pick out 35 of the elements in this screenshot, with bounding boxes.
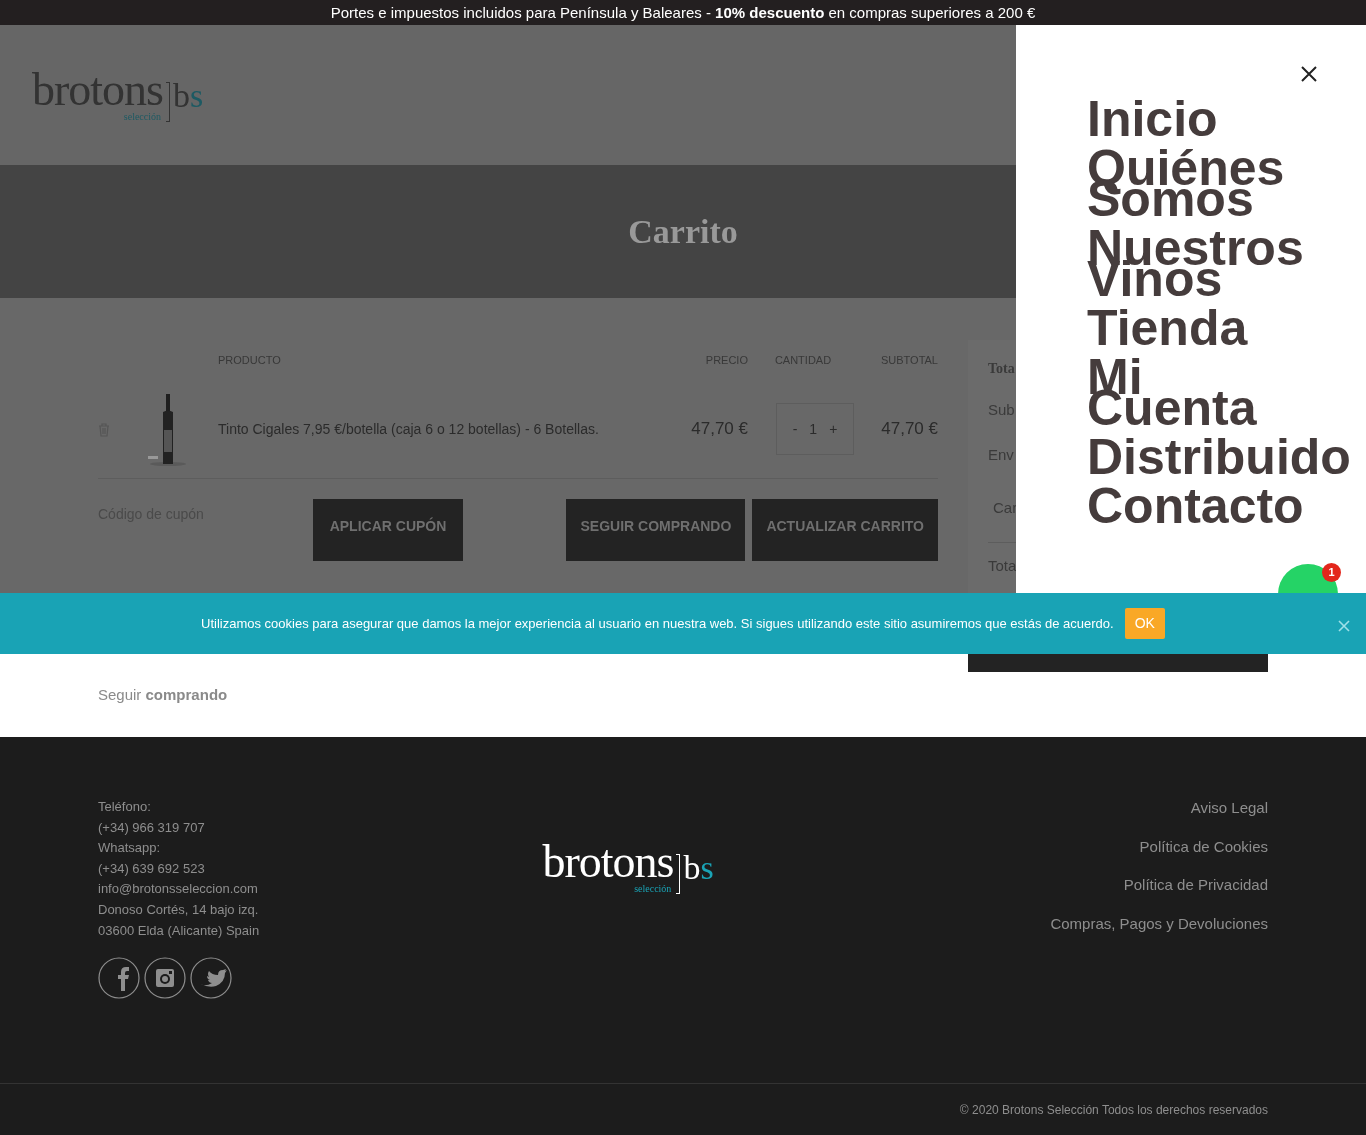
contact-text: info@brotonsseleccion.com <box>98 881 258 897</box>
menu-item[interactable]: Quiénes Somos <box>1087 149 1285 215</box>
contact-text: Donoso Cortés, 14 bajo izq. <box>98 901 259 917</box>
cookie-message: Utilizamos cookies para asegurar que damos la mejor experiencia al usuario en nuestra web. Si sigues utilizando este sitio asumiremos que estás de acuerdo. <box>201 614 1114 633</box>
contact-text: (+34) 966 319 707 <box>98 819 205 835</box>
footer-link[interactable]: Política de Cookies <box>1139 835 1268 858</box>
price-text: 47,70 € <box>691 419 748 439</box>
close-icon[interactable] <box>1301 65 1317 82</box>
quantity-value: 1 <box>808 419 819 439</box>
contact-text: (+34) 639 692 523 <box>98 860 205 876</box>
menu-item[interactable]: Nuestros Vinos <box>1087 229 1304 295</box>
page-title: Carrito <box>628 212 738 252</box>
instagram-icon[interactable] <box>144 957 186 1000</box>
footer-link[interactable]: Aviso Legal <box>1190 797 1268 820</box>
announcement-bar: Portes e impuestos incluidos para Península y Baleares - 10% descuento en compras superiores a 200 € <box>0 0 1366 25</box>
contact-text: 03600 Elda (Alicante) Spain <box>98 922 260 938</box>
update-cart-button[interactable]: ACTUALIZAR CARRITO <box>752 499 938 561</box>
menu-item[interactable]: Tienda <box>1087 309 1248 344</box>
menu-item[interactable]: Mi Cuenta <box>1087 358 1257 424</box>
menu-item[interactable]: Inicio <box>1087 100 1218 135</box>
copyright-text: © 2020 Brotons Selección Todos los derechos reservados <box>959 1102 1268 1119</box>
logo: brotons selección bs <box>542 839 714 896</box>
contact-text: Whatsapp: <box>98 840 161 856</box>
menu-item[interactable]: Distribuido <box>1087 438 1351 473</box>
menu-item[interactable]: Contacto <box>1087 487 1304 522</box>
continue-shopping-link[interactable]: Seguir comprando <box>98 684 228 707</box>
facebook-icon[interactable] <box>98 957 140 1000</box>
continue-shopping-button[interactable]: SEGUIR COMPRANDO <box>566 499 746 561</box>
contact-text: Teléfono: <box>98 799 151 814</box>
subtotal-text: 47,70 € <box>881 419 938 439</box>
footer-link[interactable]: Política de Privacidad <box>1123 874 1268 897</box>
apply-coupon-button[interactable]: APLICAR CUPÓN <box>313 499 463 561</box>
twitter-icon[interactable] <box>190 957 232 1000</box>
footer-link[interactable]: Compras, Pagos y Devoluciones <box>1050 912 1268 935</box>
checkout-button[interactable] <box>968 654 1268 672</box>
